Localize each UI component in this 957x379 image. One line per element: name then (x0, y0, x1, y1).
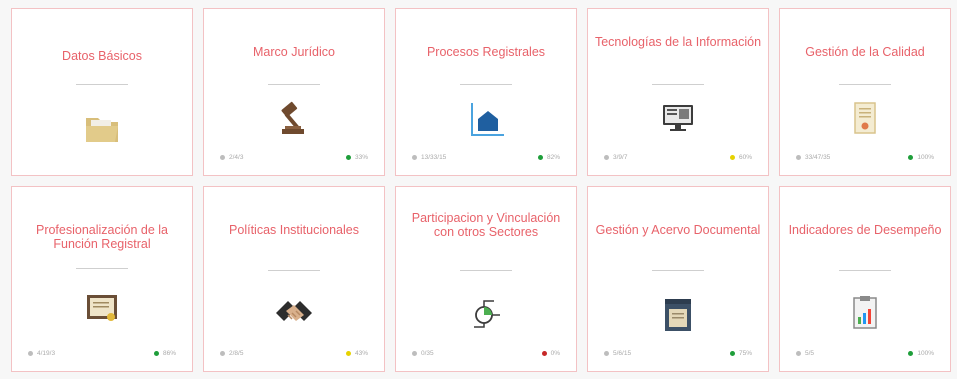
status-dot (345, 155, 351, 160)
card-datos-basicos[interactable]: Datos Básicos (11, 8, 193, 176)
module-grid: Datos Básicos Marco Jurídico 2/4/3 33% P… (0, 0, 957, 379)
clipboard-chart-icon (843, 291, 887, 335)
stat-count: 5/6/15 (604, 350, 631, 357)
house-chart-icon (464, 97, 508, 141)
card-profesionalizacion[interactable]: Profesionalización de la Función Registr… (11, 186, 193, 372)
count-dot (412, 155, 417, 160)
stat-count: 3/9/7 (604, 154, 627, 161)
card-tecnologias[interactable]: Tecnologías de la Información 3/9/7 60% (587, 8, 769, 176)
status-dot (729, 351, 735, 356)
file-cabinet-icon (656, 291, 700, 335)
status-dot (537, 155, 543, 160)
card-politicas[interactable]: Políticas Institucionales 2/8/5 43% (203, 186, 385, 372)
count-dot (796, 351, 801, 356)
diploma-icon (80, 287, 124, 331)
divider (839, 270, 891, 271)
count-dot (604, 155, 609, 160)
card-indicadores[interactable]: Indicadores de Desempeño 5/5 100% (779, 186, 951, 372)
card-title: Participacion y Vinculación con otros Se… (411, 211, 561, 239)
count-dot (220, 351, 225, 356)
stat-count: 2/8/5 (220, 350, 243, 357)
stat-percent: 82% (537, 154, 560, 161)
divider (460, 84, 512, 85)
status-dot (345, 351, 351, 356)
card-title: Procesos Registrales (426, 45, 546, 59)
divider (268, 270, 320, 271)
divider (460, 270, 512, 271)
stat-percent: 43% (345, 350, 368, 357)
stat-count: 5/5 (796, 350, 814, 357)
stat-count: 33/47/35 (796, 154, 830, 161)
card-title: Marco Jurídico (253, 45, 335, 59)
handshake-icon (272, 291, 316, 335)
card-gestion-acervo[interactable]: Gestión y Acervo Documental 5/6/15 75% (587, 186, 769, 372)
card-title: Profesionalización de la Función Registr… (35, 223, 169, 251)
divider (839, 84, 891, 85)
certificate-icon (843, 97, 887, 141)
divider (76, 84, 128, 85)
stat-percent: 60% (729, 154, 752, 161)
stat-count: 4/19/3 (28, 350, 55, 357)
divider (652, 270, 704, 271)
status-dot (908, 155, 914, 160)
divider (76, 268, 128, 269)
stat-percent: 86% (153, 350, 176, 357)
status-dot (541, 351, 547, 356)
card-participacion[interactable]: Participacion y Vinculación con otros Se… (395, 186, 577, 372)
card-title: Tecnologías de la Información (594, 35, 762, 49)
network-icon (464, 291, 508, 335)
gavel-icon (272, 97, 316, 141)
stat-percent: 33% (345, 154, 368, 161)
card-title: Datos Básicos (62, 49, 142, 63)
stat-count: 0/35 (412, 350, 434, 357)
card-title: Gestión de la Calidad (805, 45, 925, 59)
stat-percent: 75% (729, 350, 752, 357)
stat-percent: 0% (541, 350, 560, 357)
stat-count: 13/33/15 (412, 154, 446, 161)
status-dot (153, 351, 159, 356)
card-procesos-registrales[interactable]: Procesos Registrales 13/33/15 82% (395, 8, 577, 176)
stat-percent: 100% (908, 154, 934, 161)
card-marco-juridico[interactable]: Marco Jurídico 2/4/3 33% (203, 8, 385, 176)
count-dot (220, 155, 225, 160)
count-dot (412, 351, 417, 356)
folder-icon (80, 106, 124, 150)
card-gestion-calidad[interactable]: Gestión de la Calidad 33/47/35 100% (779, 8, 951, 176)
card-title: Gestión y Acervo Documental (595, 223, 761, 237)
status-dot (908, 351, 914, 356)
count-dot (796, 155, 801, 160)
monitor-icon (656, 97, 700, 141)
stat-percent: 100% (908, 350, 934, 357)
stat-count: 2/4/3 (220, 154, 243, 161)
card-title: Indicadores de Desempeño (788, 223, 942, 237)
divider (652, 84, 704, 85)
divider (268, 84, 320, 85)
status-dot (729, 155, 735, 160)
count-dot (28, 351, 33, 356)
count-dot (604, 351, 609, 356)
card-title: Políticas Institucionales (229, 223, 359, 237)
